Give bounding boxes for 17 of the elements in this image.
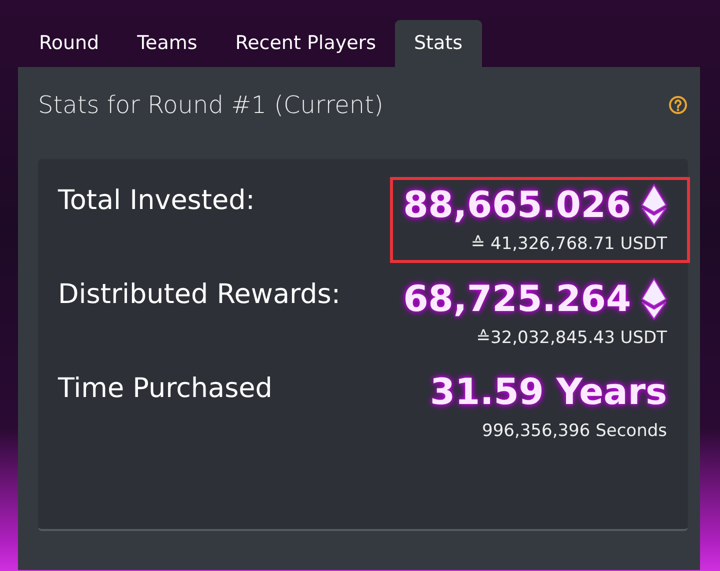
stat-label: Time Purchased	[58, 372, 272, 404]
tab[interactable]: Round	[20, 20, 118, 67]
ethereum-icon	[641, 278, 667, 320]
tab[interactable]: Stats	[394, 20, 482, 67]
stat-label: Distributed Rewards:	[58, 278, 340, 310]
panel-title: Stats for Round #1 (Current)	[38, 91, 384, 119]
stat-subvalue: ≙ 41,326,768.71 USDT	[470, 234, 667, 254]
stat-subvalue: ≙32,032,845.43 USDT	[476, 328, 667, 348]
tab[interactable]: Recent Players	[216, 20, 395, 67]
stat-label: Total Invested:	[58, 184, 255, 216]
stat-value: 88,665.026	[403, 184, 631, 226]
help-icon[interactable]	[668, 95, 688, 115]
stat-value: 68,725.264	[403, 278, 631, 320]
stat-subvalue: 996,356,396 Seconds	[482, 421, 667, 441]
ethereum-icon	[641, 184, 667, 226]
stat-value: 31.59 Years	[430, 372, 667, 413]
tab[interactable]: Teams	[118, 20, 216, 67]
